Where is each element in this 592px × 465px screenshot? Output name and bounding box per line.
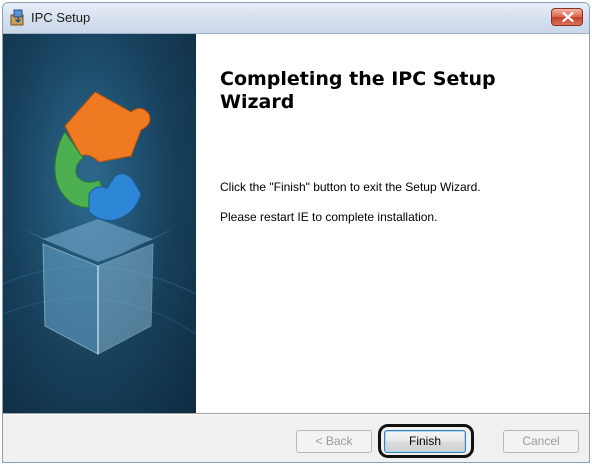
- back-button[interactable]: < Back: [296, 430, 372, 453]
- title-bar[interactable]: IPC Setup: [3, 3, 589, 34]
- close-icon: [562, 12, 574, 22]
- close-button[interactable]: [551, 8, 583, 26]
- cancel-button[interactable]: Cancel: [503, 430, 579, 453]
- setup-window: IPC Setup Completing the IPC Setup Wizar…: [2, 2, 590, 463]
- instruction-text: Click the "Finish" button to exit the Se…: [220, 180, 481, 194]
- page-title: Completing the IPC Setup Wizard: [220, 68, 496, 113]
- installer-icon: [9, 8, 27, 26]
- wizard-content: Completing the IPC Setup Wizard Click th…: [196, 34, 589, 413]
- window-title: IPC Setup: [31, 10, 91, 25]
- restart-notice-text: Please restart IE to complete installati…: [220, 210, 438, 224]
- footer-divider: [3, 413, 589, 415]
- finish-button[interactable]: Finish: [384, 430, 466, 453]
- wizard-banner: [3, 34, 196, 413]
- puzzle-box-illustration: [3, 91, 196, 355]
